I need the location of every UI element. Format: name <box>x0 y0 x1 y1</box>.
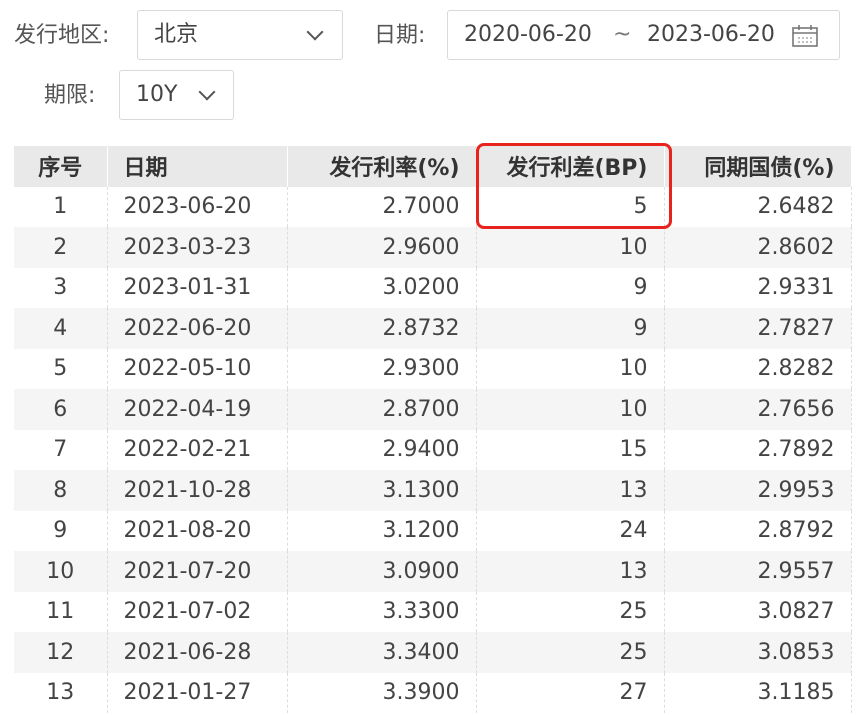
region-label: 发行地区: <box>14 23 110 48</box>
region-select[interactable]: 北京 <box>137 10 343 60</box>
cell-issue-spread: 10 <box>476 389 665 430</box>
cell-issue-spread: 13 <box>476 470 665 511</box>
cell-treasury-yield: 2.7656 <box>664 389 852 430</box>
bond-issuance-table: 序号 日期 发行利率(%) 发行利差(BP) 同期国债(%) 1 2023-06-… <box>14 146 852 713</box>
cell-issue-rate: 3.3400 <box>287 632 477 673</box>
header-date[interactable]: 日期 <box>107 146 288 187</box>
cell-date: 2021-07-20 <box>107 551 288 592</box>
cell-issue-spread: 27 <box>476 672 665 713</box>
cell-index: 12 <box>14 632 108 673</box>
term-select[interactable]: 10Y <box>119 70 234 120</box>
cell-treasury-yield: 2.9953 <box>664 470 852 511</box>
table-row[interactable]: 3 2023-01-31 3.0200 9 2.9331 <box>14 267 852 308</box>
table-row[interactable]: 5 2022-05-10 2.9300 10 2.8282 <box>14 348 852 389</box>
cell-treasury-yield: 2.7827 <box>664 308 852 349</box>
table-row[interactable]: 1 2023-06-20 2.7000 5 2.6482 <box>14 186 852 227</box>
table-row[interactable]: 6 2022-04-19 2.8700 10 2.7656 <box>14 389 852 430</box>
cell-treasury-yield: 2.7892 <box>664 429 852 470</box>
cell-issue-rate: 2.7000 <box>287 186 477 227</box>
cell-issue-spread: 13 <box>476 551 665 592</box>
cell-index: 7 <box>14 429 108 470</box>
cell-issue-rate: 3.0200 <box>287 267 477 308</box>
cell-date: 2021-07-02 <box>107 591 288 632</box>
table-row[interactable]: 2 2023-03-23 2.9600 10 2.8602 <box>14 227 852 268</box>
cell-issue-rate: 3.3900 <box>287 672 477 713</box>
cell-issue-rate: 3.1300 <box>287 470 477 511</box>
cell-treasury-yield: 3.0853 <box>664 632 852 673</box>
table-row[interactable]: 4 2022-06-20 2.8732 9 2.7827 <box>14 308 852 349</box>
cell-date: 2022-06-20 <box>107 308 288 349</box>
cell-issue-spread: 5 <box>476 186 665 227</box>
cell-date: 2022-04-19 <box>107 389 288 430</box>
cell-date: 2023-06-20 <box>107 186 288 227</box>
cell-date: 2022-05-10 <box>107 348 288 389</box>
cell-treasury-yield: 3.0827 <box>664 591 852 632</box>
table-row[interactable]: 13 2021-01-27 3.3900 27 3.1185 <box>14 672 852 713</box>
chevron-down-icon <box>198 83 216 101</box>
header-treasury-yield[interactable]: 同期国债(%) <box>664 146 852 187</box>
calendar-icon[interactable] <box>791 24 819 52</box>
date-range-picker[interactable]: 2020-06-20 ~ 2023-06-20 <box>447 10 840 60</box>
cell-issue-spread: 24 <box>476 510 665 551</box>
cell-index: 6 <box>14 389 108 430</box>
cell-issue-spread: 25 <box>476 632 665 673</box>
header-issue-spread[interactable]: 发行利差(BP) <box>476 146 665 187</box>
table-row[interactable]: 7 2022-02-21 2.9400 15 2.7892 <box>14 429 852 470</box>
date-end-value[interactable]: 2023-06-20 <box>647 20 775 50</box>
cell-index: 4 <box>14 308 108 349</box>
cell-index: 1 <box>14 186 108 227</box>
table-row[interactable]: 12 2021-06-28 3.3400 25 3.0853 <box>14 632 852 673</box>
cell-issue-spread: 15 <box>476 429 665 470</box>
term-label: 期限: <box>44 83 96 108</box>
cell-date: 2021-10-28 <box>107 470 288 511</box>
cell-treasury-yield: 2.9557 <box>664 551 852 592</box>
cell-index: 9 <box>14 510 108 551</box>
cell-date: 2021-01-27 <box>107 672 288 713</box>
cell-issue-rate: 2.9300 <box>287 348 477 389</box>
date-label: 日期: <box>374 23 426 48</box>
cell-treasury-yield: 3.1185 <box>664 672 852 713</box>
cell-issue-rate: 3.3300 <box>287 591 477 632</box>
cell-treasury-yield: 2.8792 <box>664 510 852 551</box>
cell-issue-spread: 9 <box>476 308 665 349</box>
cell-issue-rate: 2.8732 <box>287 308 477 349</box>
table-row[interactable]: 11 2021-07-02 3.3300 25 3.0827 <box>14 591 852 632</box>
term-select-value: 10Y <box>136 82 178 107</box>
cell-issue-rate: 2.9400 <box>287 429 477 470</box>
date-range-separator: ~ <box>613 22 632 47</box>
cell-date: 2022-02-21 <box>107 429 288 470</box>
table-row[interactable]: 8 2021-10-28 3.1300 13 2.9953 <box>14 470 852 511</box>
cell-issue-spread: 25 <box>476 591 665 632</box>
cell-date: 2023-01-31 <box>107 267 288 308</box>
cell-issue-rate: 3.1200 <box>287 510 477 551</box>
cell-index: 13 <box>14 672 108 713</box>
cell-treasury-yield: 2.8282 <box>664 348 852 389</box>
cell-issue-spread: 9 <box>476 267 665 308</box>
table-header-row: 序号 日期 发行利率(%) 发行利差(BP) 同期国债(%) <box>14 146 852 187</box>
region-select-value: 北京 <box>154 22 199 47</box>
cell-treasury-yield: 2.9331 <box>664 267 852 308</box>
cell-treasury-yield: 2.6482 <box>664 186 852 227</box>
cell-treasury-yield: 2.8602 <box>664 227 852 268</box>
header-index[interactable]: 序号 <box>14 146 108 187</box>
cell-date: 2023-03-23 <box>107 227 288 268</box>
chevron-down-icon <box>306 23 324 41</box>
table-row[interactable]: 9 2021-08-20 3.1200 24 2.8792 <box>14 510 852 551</box>
header-issue-rate[interactable]: 发行利率(%) <box>287 146 477 187</box>
cell-issue-spread: 10 <box>476 227 665 268</box>
date-start-value[interactable]: 2020-06-20 <box>464 20 592 50</box>
cell-issue-rate: 3.0900 <box>287 551 477 592</box>
cell-index: 5 <box>14 348 108 389</box>
table-row[interactable]: 10 2021-07-20 3.0900 13 2.9557 <box>14 551 852 592</box>
cell-issue-rate: 2.9600 <box>287 227 477 268</box>
cell-date: 2021-06-28 <box>107 632 288 673</box>
cell-issue-rate: 2.8700 <box>287 389 477 430</box>
cell-date: 2021-08-20 <box>107 510 288 551</box>
cell-index: 3 <box>14 267 108 308</box>
cell-index: 11 <box>14 591 108 632</box>
cell-issue-spread: 10 <box>476 348 665 389</box>
cell-index: 8 <box>14 470 108 511</box>
cell-index: 2 <box>14 227 108 268</box>
cell-index: 10 <box>14 551 108 592</box>
